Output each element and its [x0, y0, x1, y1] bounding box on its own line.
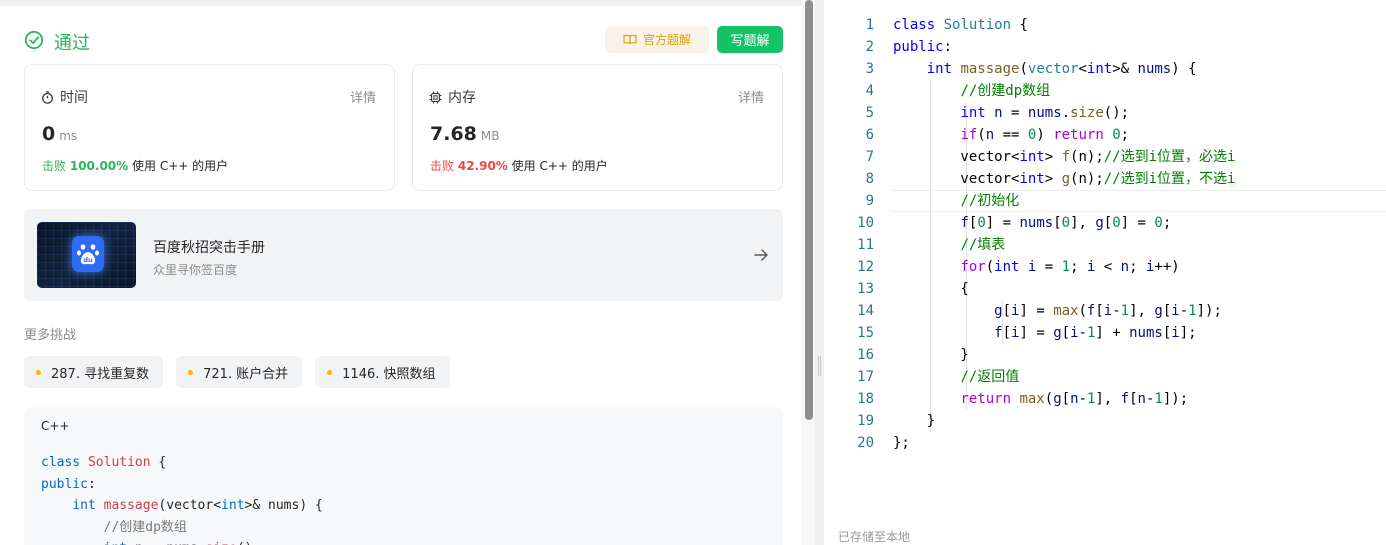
challenge-chip-label: 287. 寻找重复数 — [51, 366, 150, 382]
runtime-beat-value: 100.00% — [69, 159, 129, 173]
runtime-title: 时间 — [60, 90, 88, 106]
memory-unit: MB — [480, 129, 500, 143]
submitted-code-card: C++ class Solution { public: int massage… — [24, 407, 783, 545]
more-challenges-list: 287. 寻找重复数 721. 账户合并 1146. 快照数组 — [24, 356, 450, 388]
chip-icon — [429, 91, 442, 103]
code-language: C++ — [41, 419, 70, 433]
check-circle-icon — [24, 30, 44, 50]
runtime-unit: ms — [59, 129, 78, 143]
memory-beat-value: 42.90% — [457, 159, 508, 173]
runtime-head: 时间 — [41, 87, 88, 107]
memory-title: 内存 — [448, 90, 476, 106]
memory-beat-prefix: 击败 — [430, 159, 455, 173]
stopwatch-icon — [42, 90, 53, 104]
status-row: 通过 官方题解 写题解 — [24, 26, 784, 54]
memory-head: 内存 — [429, 87, 476, 107]
line-numbers: 1 2 3 4 5 6 7 8 9 10 11 12 13 14 15 16 1… — [857, 17, 874, 451]
status-text: 通过 — [54, 33, 90, 54]
submitted-code-preview: class Solution { public: int massage(vec… — [41, 455, 323, 545]
left-scrollbar[interactable] — [801, 0, 815, 545]
code-content[interactable]: class Solution {public: int massage(vect… — [893, 14, 1235, 454]
saved-status: 已存储至本地 — [838, 530, 911, 544]
promo-title: 百度秋招突击手册 — [153, 240, 265, 256]
runtime-beat: 击败 100.00% 使用 C++ 的用户 — [42, 157, 228, 174]
challenge-chip-label: 1146. 快照数组 — [342, 366, 436, 382]
runtime-value: 0 ms — [42, 123, 77, 145]
splitter-grip-icon — [818, 356, 821, 376]
arrow-right-icon — [754, 249, 768, 261]
svg-text:du: du — [83, 256, 93, 264]
runtime-number: 0 — [42, 123, 56, 145]
challenge-chip-label: 721. 账户合并 — [203, 366, 289, 382]
challenge-chip-287[interactable]: 287. 寻找重复数 — [24, 356, 164, 388]
memory-beat-suffix: 使用 C++ 的用户 — [511, 159, 608, 173]
baidu-logo-icon: du — [72, 236, 104, 272]
promo-thumbnail: du — [37, 222, 136, 288]
official-solution-button[interactable]: 官方题解 — [605, 26, 709, 53]
memory-value: 7.68 MB — [430, 123, 499, 145]
book-icon — [623, 34, 637, 45]
scrollbar-thumb[interactable] — [805, 0, 813, 420]
more-challenges-title: 更多挑战 — [24, 328, 77, 343]
runtime-beat-suffix: 使用 C++ 的用户 — [132, 159, 229, 173]
memory-card: 内存 详情 7.68 MB 击败 42.90% 使用 C++ 的用户 — [412, 64, 783, 191]
write-solution-button[interactable]: 写题解 — [717, 26, 783, 53]
memory-number: 7.68 — [430, 123, 477, 145]
submission-result-panel: 通过 官方题解 写题解 时间 详情 0 ms 击败 100.00% 使用 C++ … — [0, 0, 801, 545]
challenge-chip-721[interactable]: 721. 账户合并 — [176, 356, 303, 388]
panel-splitter[interactable] — [815, 0, 824, 545]
code-editor[interactable]: 1 2 3 4 5 6 7 8 9 10 11 12 13 14 15 16 1… — [824, 0, 1386, 545]
promo-banner[interactable]: du 百度秋招突击手册 众里寻你签百度 — [24, 209, 783, 301]
runtime-beat-prefix: 击败 — [42, 159, 67, 173]
promo-subtitle: 众里寻你签百度 — [153, 263, 238, 277]
runtime-card: 时间 详情 0 ms 击败 100.00% 使用 C++ 的用户 — [24, 64, 395, 191]
runtime-detail-link[interactable]: 详情 — [350, 87, 376, 106]
official-solution-label: 官方题解 — [642, 33, 691, 47]
memory-detail-link[interactable]: 详情 — [738, 87, 764, 106]
challenge-chip-1146[interactable]: 1146. 快照数组 — [315, 356, 450, 388]
memory-beat: 击败 42.90% 使用 C++ 的用户 — [430, 157, 608, 174]
